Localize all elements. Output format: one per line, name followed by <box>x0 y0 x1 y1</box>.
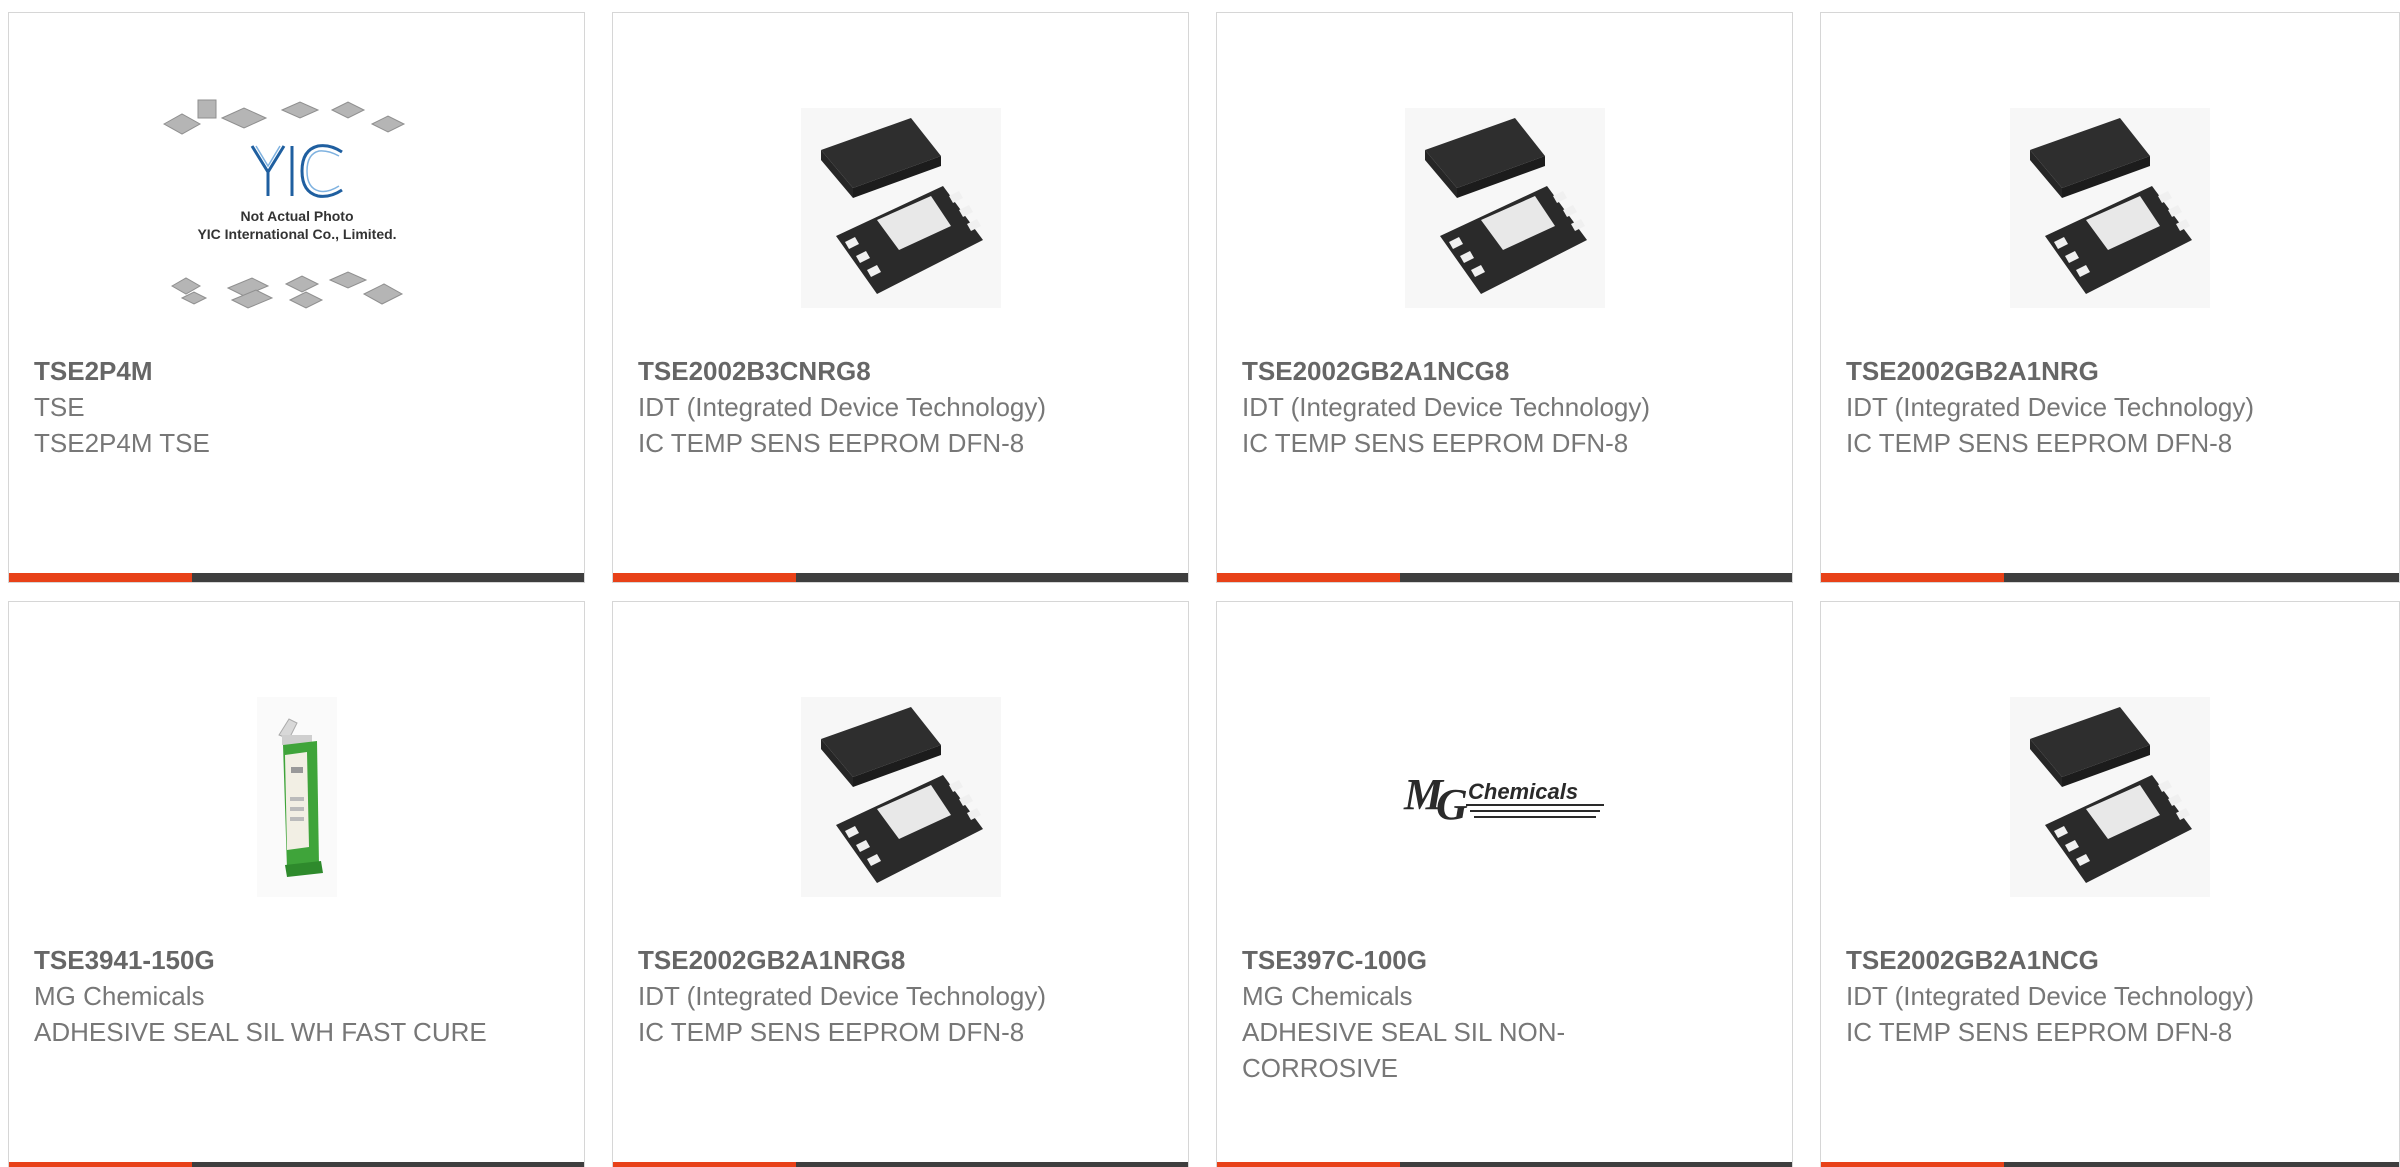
card-bottom-bar <box>1217 1162 1792 1167</box>
svg-text:G: G <box>1436 780 1468 829</box>
description: IC TEMP SENS EEPROM DFN-8 <box>1846 1017 2233 1047</box>
part-number[interactable]: TSE2002GB2A1NRG8 <box>638 942 1108 978</box>
dfn8-chip-icon <box>800 697 1001 897</box>
part-number[interactable]: TSE2P4M <box>34 353 504 389</box>
product-card[interactable]: TSE2002GB2A1NCG8 IDT (Integrated Device … <box>1216 12 1793 583</box>
product-image[interactable] <box>1821 662 2398 932</box>
manufacturer: IDT (Integrated Device Technology) <box>1846 392 2255 422</box>
product-card[interactable]: TSE2002GB2A1NRG IDT (Integrated Device T… <box>1820 12 2400 583</box>
product-card[interactable]: TSE2002GB2A1NCG IDT (Integrated Device T… <box>1820 601 2400 1167</box>
manufacturer: IDT (Integrated Device Technology) <box>638 392 1047 422</box>
manufacturer: IDT (Integrated Device Technology) <box>638 981 1047 1011</box>
yic-placeholder-icon: Not Actual Photo YIC International Co., … <box>162 99 405 309</box>
product-card[interactable]: Not Actual Photo YIC International Co., … <box>8 12 585 583</box>
dfn8-chip-icon <box>1404 108 1605 308</box>
description: IC TEMP SENS EEPROM DFN-8 <box>638 428 1025 458</box>
description: IC TEMP SENS EEPROM DFN-8 <box>1242 428 1629 458</box>
product-image[interactable] <box>613 662 1188 932</box>
description: TSE2P4M TSE <box>34 428 210 458</box>
part-number[interactable]: TSE397C-100G <box>1242 942 1712 978</box>
card-accent-bar <box>9 1162 192 1167</box>
manufacturer: IDT (Integrated Device Technology) <box>1846 981 2255 1011</box>
card-accent-bar <box>1217 573 1400 582</box>
mg-chemicals-logo-icon: M G Chemicals <box>1403 770 1604 829</box>
product-grid: Not Actual Photo YIC International Co., … <box>0 0 2400 1167</box>
card-bottom-bar <box>9 573 584 582</box>
dfn8-chip-icon <box>2009 697 2210 897</box>
part-number[interactable]: TSE3941-150G <box>34 942 504 978</box>
description: ADHESIVE SEAL SIL WH FAST CURE <box>34 1017 487 1047</box>
part-number[interactable]: TSE2002B3CNRG8 <box>638 353 1108 389</box>
card-accent-bar <box>613 1162 796 1167</box>
part-number[interactable]: TSE2002GB2A1NCG <box>1846 942 2316 978</box>
product-image[interactable] <box>613 73 1188 343</box>
dfn8-chip-icon <box>2009 108 2210 308</box>
product-image[interactable]: M G Chemicals <box>1217 662 1792 932</box>
card-bottom-bar <box>1217 573 1792 582</box>
sealant-tube-icon <box>256 697 337 897</box>
card-accent-bar <box>9 573 192 582</box>
manufacturer: MG Chemicals <box>1242 981 1413 1011</box>
card-bottom-bar <box>613 1162 1188 1167</box>
product-image[interactable] <box>1217 73 1792 343</box>
card-bottom-bar <box>9 1162 584 1167</box>
description: ADHESIVE SEAL SIL NON-CORROSIVE <box>1242 1017 1566 1083</box>
product-card[interactable]: TSE2002B3CNRG8 IDT (Integrated Device Te… <box>612 12 1189 583</box>
product-image[interactable]: Not Actual Photo YIC International Co., … <box>9 73 584 343</box>
mg-logo-text: Chemicals <box>1468 779 1578 804</box>
product-card[interactable]: M G Chemicals TSE397C-100G MG Chemicals … <box>1216 601 1793 1167</box>
description: IC TEMP SENS EEPROM DFN-8 <box>1846 428 2233 458</box>
part-number[interactable]: TSE2002GB2A1NRG <box>1846 353 2316 389</box>
product-card[interactable]: TSE2002GB2A1NRG8 IDT (Integrated Device … <box>612 601 1189 1167</box>
description: IC TEMP SENS EEPROM DFN-8 <box>638 1017 1025 1047</box>
product-image[interactable] <box>9 662 584 932</box>
part-number[interactable]: TSE2002GB2A1NCG8 <box>1242 353 1712 389</box>
manufacturer: IDT (Integrated Device Technology) <box>1242 392 1651 422</box>
card-bottom-bar <box>613 573 1188 582</box>
product-card[interactable]: TSE3941-150G MG Chemicals ADHESIVE SEAL … <box>8 601 585 1167</box>
product-image[interactable] <box>1821 73 2398 343</box>
card-accent-bar <box>613 573 796 582</box>
manufacturer: MG Chemicals <box>34 981 205 1011</box>
card-accent-bar <box>1217 1162 1400 1167</box>
card-bottom-bar <box>1821 1162 2399 1167</box>
placeholder-caption-line1: Not Actual Photo <box>240 208 353 224</box>
card-accent-bar <box>1821 1162 2004 1167</box>
dfn8-chip-icon <box>800 108 1001 308</box>
card-accent-bar <box>1821 573 2004 582</box>
manufacturer: TSE <box>34 392 85 422</box>
card-bottom-bar <box>1821 573 2399 582</box>
placeholder-caption-line2: YIC International Co., Limited. <box>197 226 396 242</box>
